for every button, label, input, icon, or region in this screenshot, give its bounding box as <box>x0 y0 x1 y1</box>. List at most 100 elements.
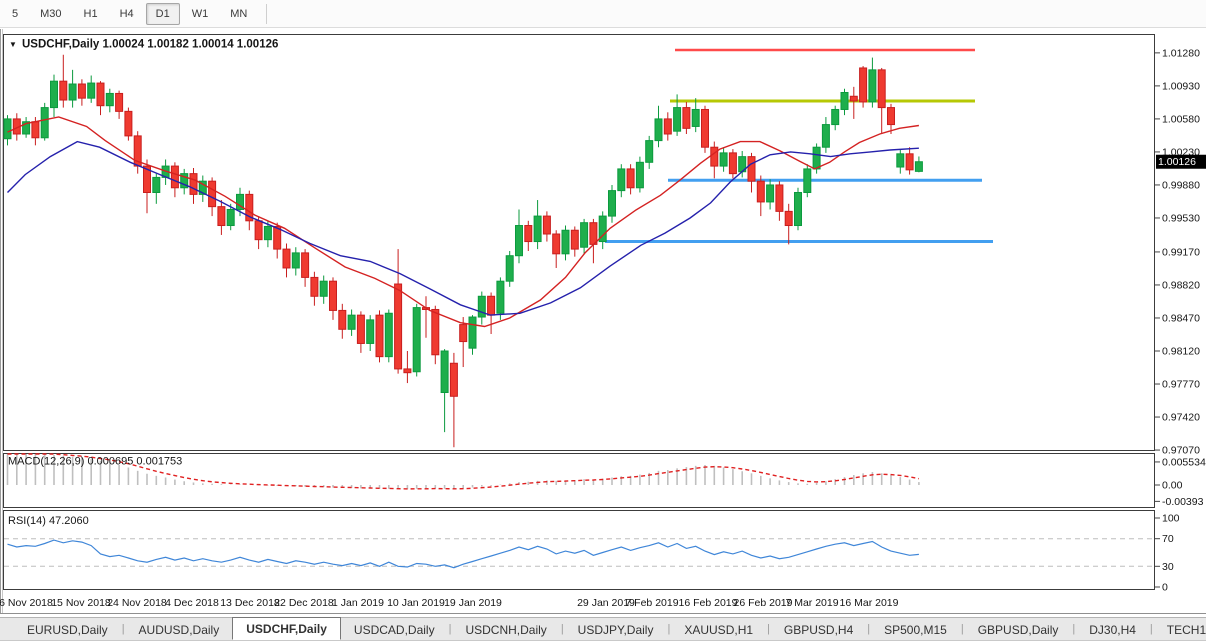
candle-body <box>915 162 922 172</box>
macd-axis-label: -0.00393 <box>1162 496 1204 508</box>
tab-usdcad-daily[interactable]: USDCAD,Daily <box>341 618 448 640</box>
candle-body <box>97 83 104 106</box>
candle-body <box>69 84 76 100</box>
candle-body <box>357 315 364 343</box>
candle-body <box>125 111 132 136</box>
tab-eurusd-daily[interactable]: EURUSD,Daily <box>14 618 121 640</box>
candle-body <box>404 369 411 373</box>
timeframe-button-h1[interactable]: H1 <box>74 3 108 25</box>
date-axis-label: 4 Dec 2018 <box>165 597 219 609</box>
date-axis-label: 7 Mar 2019 <box>785 597 838 609</box>
price-axis-label: 0.98120 <box>1162 345 1200 357</box>
candle-body <box>767 185 774 202</box>
price-axis-label: 1.01280 <box>1162 47 1200 59</box>
rsi-axis-label: 30 <box>1162 561 1174 573</box>
rsi-axis-label: 0 <box>1162 582 1168 594</box>
candle-body <box>841 92 848 109</box>
candle-body <box>283 249 290 268</box>
candle-body <box>227 209 234 225</box>
candle-body <box>553 234 560 254</box>
candle-body <box>711 147 718 166</box>
date-axis-label: 1 Jan 2019 <box>332 597 384 609</box>
timeframe-button-m30[interactable]: M30 <box>30 3 71 25</box>
price-axis-label: 0.99530 <box>1162 212 1200 224</box>
tab-dj30-h4[interactable]: DJ30,H4 <box>1076 618 1149 640</box>
candle-body <box>209 181 216 206</box>
symbol-dropdown-icon[interactable]: ▼ <box>9 40 17 49</box>
candle-body <box>646 141 653 163</box>
candle-body <box>78 84 85 98</box>
candle-body <box>878 70 885 108</box>
candle-body <box>618 169 625 191</box>
candle-body <box>860 68 867 102</box>
date-axis-label: 26 Feb 2019 <box>734 597 793 609</box>
candle-body <box>906 154 913 170</box>
candle-body <box>478 296 485 317</box>
tab-gbpusd-h4[interactable]: GBPUSD,H4 <box>771 618 866 640</box>
candle-body <box>776 185 783 211</box>
date-axis-label: 7 Feb 2019 <box>625 597 678 609</box>
candle-body <box>785 211 792 225</box>
timeframe-button-mn[interactable]: MN <box>220 3 257 25</box>
candle-body <box>190 174 197 195</box>
candle-body <box>627 169 634 188</box>
date-axis-label: 22 Dec 2018 <box>274 597 334 609</box>
candle-body <box>32 122 39 138</box>
candle-body <box>543 216 550 234</box>
current-price-label: 1.00126 <box>1158 156 1196 168</box>
candle-body <box>813 147 820 169</box>
price-axis-label: 0.98820 <box>1162 279 1200 291</box>
candle-body <box>748 157 755 182</box>
tab-xauusd-h1[interactable]: XAUUSD,H1 <box>671 618 766 640</box>
candle-body <box>516 226 523 256</box>
chart-area: 1.012801.009301.005801.002300.998800.995… <box>0 0 1206 617</box>
tab-audusd-daily[interactable]: AUDUSD,Daily <box>126 618 233 640</box>
candle-body <box>534 216 541 241</box>
date-axis-label: 13 Dec 2018 <box>220 597 280 609</box>
terminal-window: 5M30H1H4D1W1MN 1.01280 1.00930 1.00580 1.00… <box>0 0 1206 644</box>
candle-body <box>571 230 578 249</box>
candle-body <box>729 153 736 174</box>
candle-body <box>655 119 662 141</box>
candle-body <box>171 166 178 188</box>
candle-body <box>869 70 876 102</box>
date-axis-label: 15 Nov 2018 <box>51 597 111 609</box>
toolbar-separator <box>266 4 267 24</box>
tab-usdcnh-daily[interactable]: USDCNH,Daily <box>452 618 559 640</box>
timeframe-button-d1[interactable]: D1 <box>146 3 180 25</box>
price-axis-label: 1.00580 <box>1162 113 1200 125</box>
timeframe-button-h4[interactable]: H4 <box>110 3 144 25</box>
rsi-axis-label: 70 <box>1162 533 1174 545</box>
rsi-panel-plot[interactable] <box>4 511 1155 590</box>
candle-body <box>292 253 299 268</box>
candle-body <box>60 81 67 100</box>
candle-body <box>636 162 643 187</box>
candle-body <box>460 325 467 342</box>
date-axis[interactable]: 6 Nov 201815 Nov 201824 Nov 20184 Dec 20… <box>0 597 899 609</box>
price-axis[interactable]: 1.012801.009301.005801.002300.998800.995… <box>1155 47 1206 456</box>
tab-tech100-h1[interactable]: TECH100,H1 <box>1154 618 1206 640</box>
price-axis-label: 0.97770 <box>1162 379 1200 391</box>
candle-body <box>116 93 123 111</box>
timeframe-button-w1[interactable]: W1 <box>182 3 219 25</box>
candle-body <box>581 223 588 248</box>
candle-body <box>469 317 476 348</box>
price-axis-label: 1.00930 <box>1162 80 1200 92</box>
tab-usdchf-daily[interactable]: USDCHF,Daily <box>232 617 341 640</box>
timeframe-button-5[interactable]: 5 <box>2 3 28 25</box>
tab-gbpusd-daily[interactable]: GBPUSD,Daily <box>965 618 1072 640</box>
candle-body <box>264 226 271 239</box>
candle-body <box>506 256 513 281</box>
candle-body <box>320 281 327 296</box>
candle-body <box>218 207 225 226</box>
macd-axis-label: 0.005534 <box>1162 456 1206 468</box>
candle-body <box>683 108 690 129</box>
candle-body <box>804 169 811 193</box>
date-axis-label: 16 Feb 2019 <box>679 597 738 609</box>
candle-body <box>51 81 58 107</box>
tab-usdjpy-daily[interactable]: USDJPY,Daily <box>565 618 667 640</box>
candle-body <box>850 96 857 101</box>
candle-body <box>4 119 11 139</box>
tab-sp500-m15[interactable]: SP500,M15 <box>871 618 960 640</box>
candle-body <box>525 226 532 242</box>
